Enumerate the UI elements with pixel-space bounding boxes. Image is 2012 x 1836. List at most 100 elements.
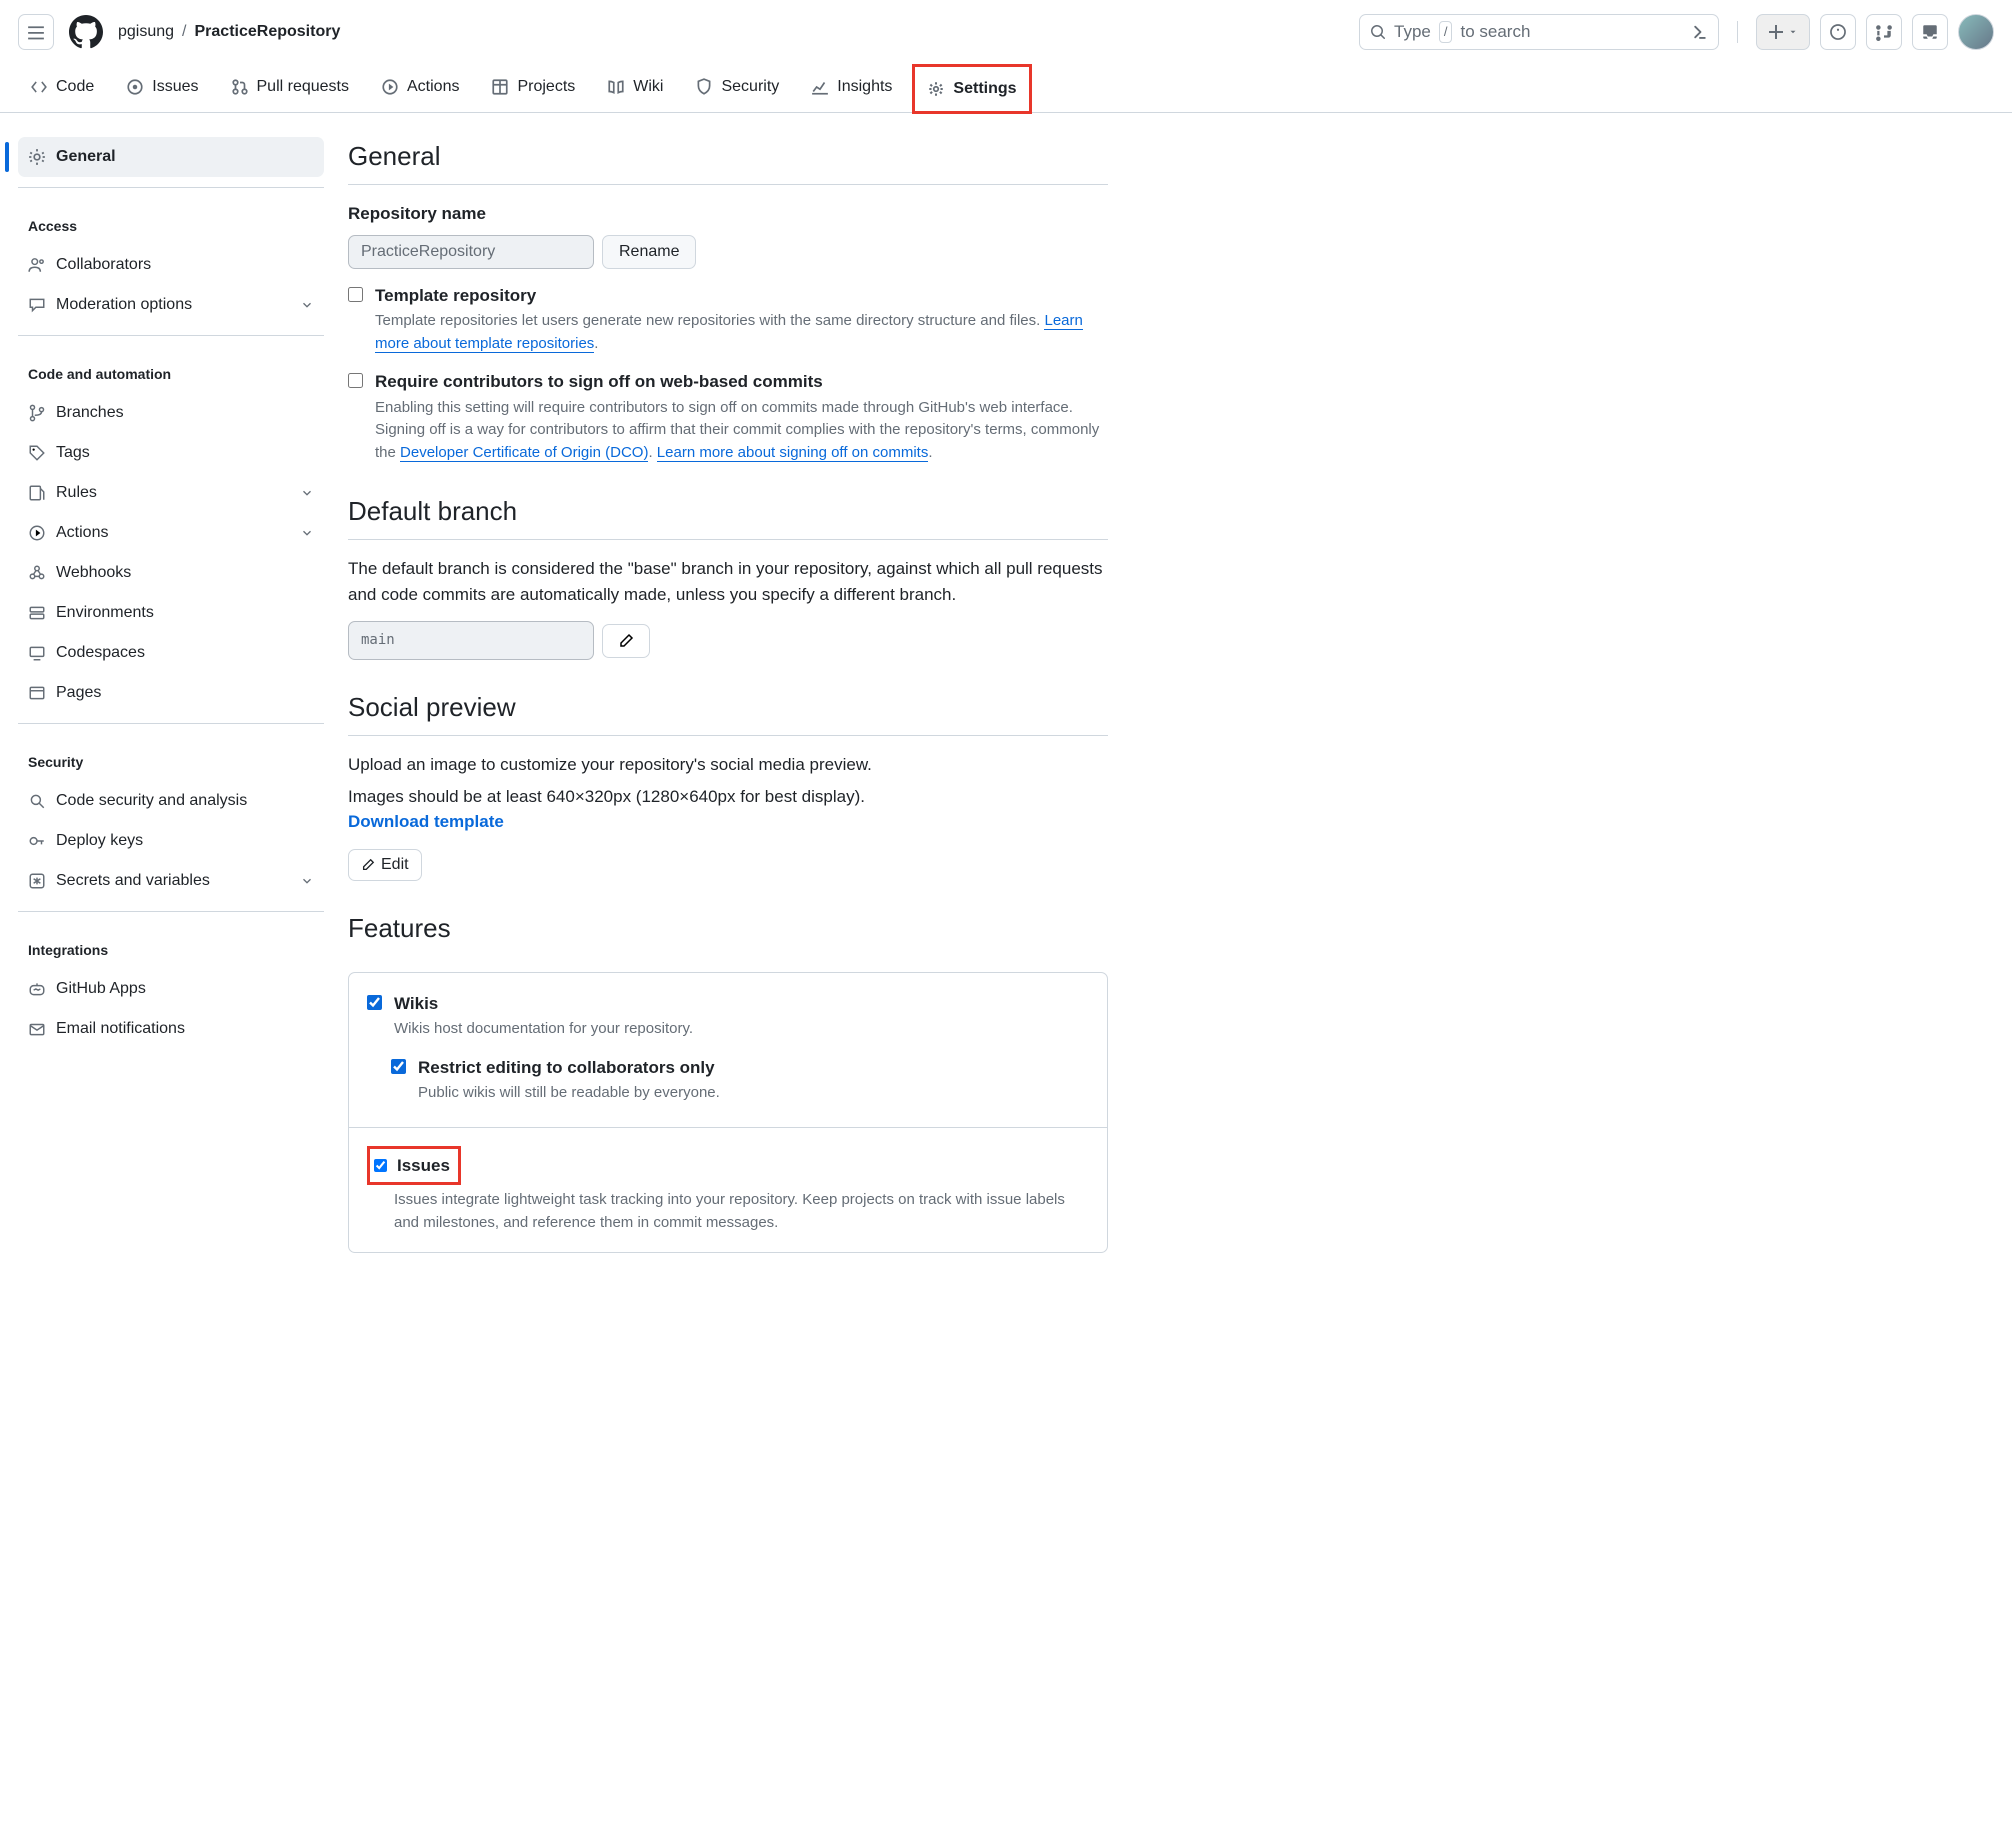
signoff-title: Require contributors to sign off on web-… — [375, 369, 1108, 395]
create-new-button[interactable] — [1756, 14, 1810, 50]
sidebar-item-environments[interactable]: Environments — [18, 593, 324, 633]
people-icon — [28, 256, 46, 274]
github-logo[interactable] — [68, 14, 104, 50]
sidebar-item-collaborators[interactable]: Collaborators — [18, 245, 324, 285]
features-box: Wikis Wikis host documentation for your … — [348, 972, 1108, 1254]
social-desc1: Upload an image to customize your reposi… — [348, 752, 1108, 778]
codespaces-icon — [28, 644, 46, 662]
book-icon — [607, 78, 625, 96]
default-branch-value: main — [348, 621, 594, 660]
signoff-desc: Enabling this setting will require contr… — [375, 397, 1108, 465]
tag-icon — [28, 444, 46, 462]
hamburger-icon — [27, 23, 45, 41]
heading-general: General — [348, 137, 1108, 185]
template-title: Template repository — [375, 283, 1108, 309]
download-template-link[interactable]: Download template — [348, 812, 504, 831]
chevron-down-icon — [300, 874, 314, 888]
tab-wiki[interactable]: Wiki — [595, 64, 675, 112]
sidebar-item-pages[interactable]: Pages — [18, 673, 324, 713]
wikis-checkbox[interactable] — [367, 995, 382, 1010]
sidebar-item-emailnotif[interactable]: Email notifications — [18, 1009, 324, 1049]
caret-down-icon — [1788, 27, 1798, 37]
restrict-desc: Public wikis will still be readable by e… — [418, 1082, 720, 1105]
search-input[interactable]: Type / to search — [1359, 14, 1719, 50]
sidebar-item-webhooks[interactable]: Webhooks — [18, 553, 324, 593]
issue-icon — [126, 78, 144, 96]
wikis-title: Wikis — [394, 991, 693, 1017]
tab-projects[interactable]: Projects — [479, 64, 587, 112]
pullrequest-icon — [231, 78, 249, 96]
pencil-icon — [361, 858, 375, 872]
plus-icon — [1768, 24, 1784, 40]
tab-issues[interactable]: Issues — [114, 64, 210, 112]
gear-icon — [28, 148, 46, 166]
issues-title: Issues — [397, 1153, 450, 1179]
key-icon — [28, 832, 46, 850]
edit-social-button[interactable]: Edit — [348, 849, 422, 881]
play-icon — [381, 78, 399, 96]
repo-tabs: Code Issues Pull requests Actions Projec… — [0, 64, 2012, 113]
repo-link[interactable]: PracticeRepository — [195, 20, 341, 44]
repo-name-input[interactable] — [348, 235, 594, 269]
chevron-down-icon — [300, 486, 314, 500]
sidebar-item-deploykeys[interactable]: Deploy keys — [18, 821, 324, 861]
social-desc2: Images should be at least 640×320px (128… — [348, 784, 1108, 835]
mail-icon — [28, 1020, 46, 1038]
shield-icon — [695, 78, 713, 96]
comment-icon — [28, 296, 46, 314]
sidebar-item-actions[interactable]: Actions — [18, 513, 324, 553]
heading-default-branch: Default branch — [348, 492, 1108, 540]
dco-link[interactable]: Developer Certificate of Origin (DCO) — [400, 444, 648, 462]
asterisk-icon — [28, 872, 46, 890]
tab-code[interactable]: Code — [18, 64, 106, 112]
sidebar-item-moderation[interactable]: Moderation options — [18, 285, 324, 325]
sidebar-group-access: Access — [18, 198, 324, 245]
browser-icon — [28, 684, 46, 702]
rename-button[interactable]: Rename — [602, 235, 696, 269]
issues-checkbox[interactable] — [374, 1159, 387, 1172]
issue-icon — [1829, 23, 1847, 41]
label-repo-name: Repository name — [348, 201, 1108, 227]
tab-insights[interactable]: Insights — [799, 64, 904, 112]
sidebar-item-secrets[interactable]: Secrets and variables — [18, 861, 324, 901]
tab-security[interactable]: Security — [683, 64, 791, 112]
sidebar-item-tags[interactable]: Tags — [18, 433, 324, 473]
pencil-icon — [618, 633, 634, 649]
tab-pulls[interactable]: Pull requests — [219, 64, 362, 112]
sidebar-item-branches[interactable]: Branches — [18, 393, 324, 433]
template-desc: Template repositories let users generate… — [375, 310, 1108, 355]
sidebar-item-ghapps[interactable]: GitHub Apps — [18, 969, 324, 1009]
pulls-button[interactable] — [1866, 14, 1902, 50]
avatar[interactable] — [1958, 14, 1994, 50]
hamburger-menu-button[interactable] — [18, 14, 54, 50]
inbox-button[interactable] — [1912, 14, 1948, 50]
chevron-down-icon — [300, 526, 314, 540]
issues-button[interactable] — [1820, 14, 1856, 50]
command-palette-icon[interactable] — [1688, 22, 1708, 42]
settings-sidebar: General Access Collaborators Moderation … — [18, 137, 324, 1253]
scan-icon — [28, 792, 46, 810]
rules-icon — [28, 484, 46, 502]
play-icon — [28, 524, 46, 542]
branch-icon — [28, 404, 46, 422]
server-icon — [28, 604, 46, 622]
owner-link[interactable]: pgisung — [118, 20, 174, 44]
restrict-title: Restrict editing to collaborators only — [418, 1055, 720, 1081]
tab-actions[interactable]: Actions — [369, 64, 471, 112]
sidebar-item-codesec[interactable]: Code security and analysis — [18, 781, 324, 821]
signoff-checkbox[interactable] — [348, 373, 363, 388]
restrict-wiki-checkbox[interactable] — [391, 1059, 406, 1074]
rename-branch-button[interactable] — [602, 624, 650, 658]
sidebar-group-code: Code and automation — [18, 346, 324, 393]
sidebar-item-general[interactable]: General — [18, 137, 324, 177]
inbox-icon — [1921, 23, 1939, 41]
template-checkbox[interactable] — [348, 287, 363, 302]
code-icon — [30, 78, 48, 96]
chevron-down-icon — [300, 298, 314, 312]
signoff-learn-link[interactable]: Learn more about signing off on commits — [657, 444, 929, 462]
tab-settings[interactable]: Settings — [912, 64, 1031, 114]
sidebar-item-codespaces[interactable]: Codespaces — [18, 633, 324, 673]
default-branch-desc: The default branch is considered the "ba… — [348, 556, 1108, 607]
sidebar-item-rules[interactable]: Rules — [18, 473, 324, 513]
wikis-desc: Wikis host documentation for your reposi… — [394, 1018, 693, 1041]
